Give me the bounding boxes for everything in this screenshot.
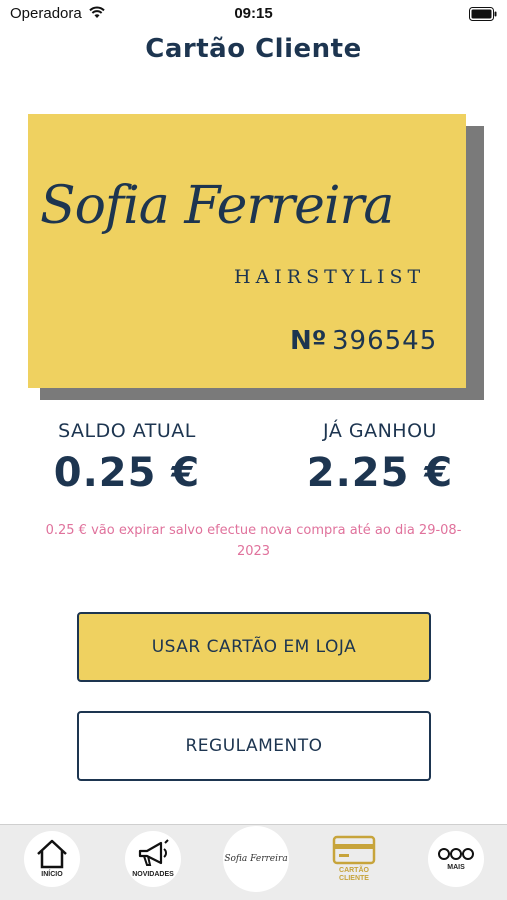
- current-balance-label: SALDO ATUAL: [58, 420, 196, 442]
- earned-total-label: JÁ GANHOU: [323, 420, 437, 442]
- brand-logo-script: Sofia Ferreira: [40, 176, 394, 236]
- clock: 09:15: [234, 5, 273, 22]
- use-card-in-store-button[interactable]: USAR CARTÃO EM LOJA: [77, 612, 431, 682]
- current-balance: SALDO ATUAL 0.25 €: [27, 420, 227, 496]
- megaphone-icon: [138, 839, 169, 866]
- tab-label: CARTÃO CLIENTE: [339, 867, 369, 882]
- tab-bar: INÍCIO NOVIDADES Sofia Ferreira CARTÃO C…: [0, 824, 507, 900]
- tab-cartao-cliente[interactable]: CARTÃO CLIENTE: [326, 831, 382, 887]
- earned-total-value: 2.25 €: [306, 450, 454, 496]
- tab-label: MAIS: [447, 864, 465, 871]
- card-number-label: Nº: [290, 326, 327, 356]
- earned-total: JÁ GANHOU 2.25 €: [280, 420, 480, 496]
- page-title: Cartão Cliente: [145, 34, 362, 64]
- current-balance-value: 0.25 €: [53, 450, 201, 496]
- more-icon: [438, 848, 474, 860]
- battery-icon: [469, 7, 497, 21]
- loyalty-card: Sofia Ferreira HAIRSTYLIST Nº 396545: [28, 114, 466, 388]
- status-bar: Operadora 09:15: [0, 0, 507, 30]
- tab-label: NOVIDADES: [132, 871, 174, 878]
- rules-button[interactable]: REGULAMENTO: [77, 711, 431, 781]
- tab-novidades[interactable]: NOVIDADES: [125, 831, 181, 887]
- tab-mais[interactable]: MAIS: [428, 831, 484, 887]
- tab-label: INÍCIO: [41, 871, 63, 878]
- home-icon: [37, 839, 67, 869]
- tab-inicio[interactable]: INÍCIO: [24, 831, 80, 887]
- expiry-notice: 0.25 € vão expirar salvo efectue nova co…: [45, 523, 462, 559]
- brand-logo-subtitle: HAIRSTYLIST: [234, 266, 426, 288]
- logo-icon: Sofia Ferreira: [224, 854, 288, 864]
- card-number: 396545: [332, 326, 438, 356]
- card-icon: [332, 835, 376, 865]
- tab-brand-logo[interactable]: Sofia Ferreira: [223, 826, 289, 892]
